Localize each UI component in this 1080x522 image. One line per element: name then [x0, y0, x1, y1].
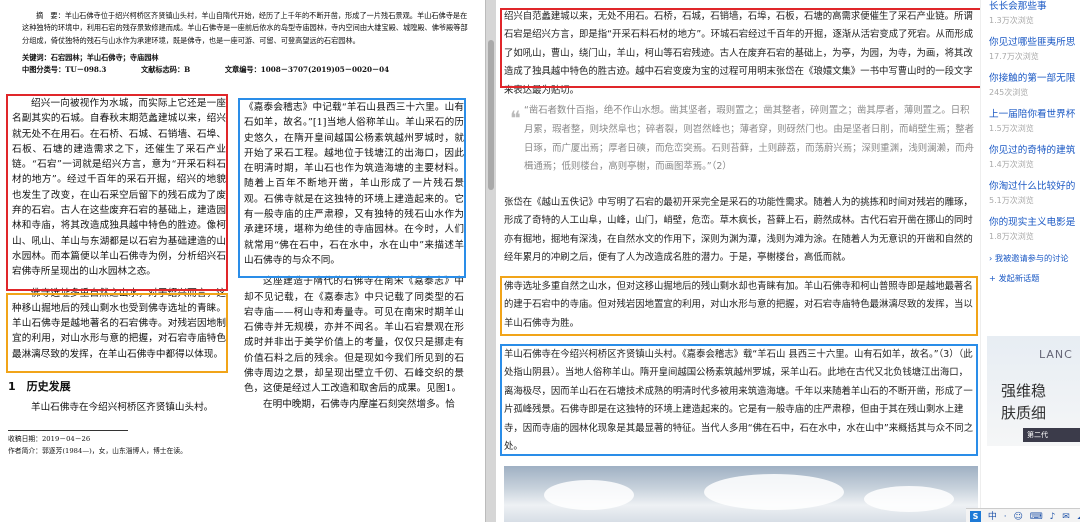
- article-photo[interactable]: [504, 466, 978, 522]
- section-first-line: 羊山石佛寺在今绍兴柯桥区齐贤镇山头村。: [31, 402, 214, 413]
- ime-emoji-icon[interactable]: ☺: [1014, 512, 1023, 522]
- section-heading: 1 历史发展: [8, 380, 71, 393]
- abstract: 摘 要：羊山石佛寺位于绍兴柯桥区齐贤镇山头村，羊山自隋代开始，经历了上千年的不断…: [22, 11, 468, 45]
- sidebar-item[interactable]: 长长会那些事 1.3万次浏览: [989, 0, 1080, 26]
- ad-line-2: 肤质细: [1001, 404, 1047, 422]
- article-number: 文章编号：1008－3707(2019)05－0020－04: [224, 65, 390, 74]
- keywords: 关键词：石宕园林；羊山石佛寺；寺庙园林: [22, 53, 159, 62]
- received-date: 收稿日期：2019－04－26: [8, 435, 91, 443]
- ime-voice-icon[interactable]: ♪: [1050, 512, 1056, 522]
- classification-line: 中图分类号：TU－098.3 文献标志码：B 文章编号：1008－3707(20…: [22, 64, 389, 76]
- author-bio: 作者简介：郭逐芳(1984—)，女，山东淄博人，博士在读。: [8, 447, 187, 455]
- col2-paragraph-2: 这座建造于隋代的石佛寺在南宋《嘉泰志》中却不见记载，在《嘉泰志》中只记载了同类型…: [244, 276, 464, 395]
- advertisement[interactable]: LANC 强维稳 肤质细 第二代: [987, 336, 1080, 446]
- highlight-box-orange-left: [6, 293, 228, 373]
- footnote-rule: [8, 430, 128, 431]
- scrollbar-thumb[interactable]: [488, 40, 494, 190]
- ime-logo-icon: S: [970, 511, 981, 522]
- invited-discussions-link[interactable]: › 我被邀请参与的讨论: [989, 252, 1069, 264]
- sidebar-item[interactable]: 你见过哪些匪夷所思 17.7万次浏览: [989, 34, 1080, 62]
- highlight-box-red-right: [500, 8, 982, 88]
- sidebar-item[interactable]: 你淘过什么比较好的 5.1万次浏览: [989, 178, 1080, 206]
- highlight-box-orange-right: [500, 276, 978, 336]
- ime-keyboard-icon[interactable]: ⌨: [1030, 512, 1043, 522]
- ime-toolbar[interactable]: S 中 · ☺ ⌨ ♪ ✉ ☁ ⚙: [966, 508, 1080, 522]
- ime-mail-icon[interactable]: ✉: [1062, 512, 1070, 522]
- ad-line-1: 强维稳: [1001, 382, 1047, 400]
- sidebar-item[interactable]: 上一届陪你看世界杯 1.5万次浏览: [989, 106, 1080, 134]
- highlight-box-blue-right: [500, 344, 978, 456]
- article-quote: “凿石者数什百指，绝不作山水想。凿其坚者，瑕则置之；凿其整者，碎则置之；凿其厚者…: [524, 105, 975, 173]
- highlight-box-blue-left: [238, 98, 466, 278]
- col2-paragraph-3: 在明中晚期，石佛寺内摩崖石刻突然增多。恰: [263, 398, 455, 410]
- sidebar-item[interactable]: 你接触的第一部无限 245次浏览: [989, 70, 1080, 98]
- doc-code: 文献标志码：B: [141, 65, 191, 74]
- sidebar-item[interactable]: 你的现实主义电影是 1.8万次浏览: [989, 214, 1080, 242]
- ad-footer: 第二代: [1023, 428, 1080, 442]
- related-topics-sidebar: 长长会那些事 1.3万次浏览 你见过哪些匪夷所思 17.7万次浏览 你接触的第一…: [980, 0, 1080, 522]
- ime-punct-icon[interactable]: ·: [1004, 512, 1007, 522]
- web-article-pane[interactable]: 绍兴自范蠡建城以来，无处不用石。石桥，石城，石销墙，石埠，石板，石塘的高需求便催…: [496, 0, 1080, 522]
- new-topic-link[interactable]: + 发起新话题: [989, 272, 1039, 284]
- ime-language-toggle[interactable]: 中: [988, 512, 997, 522]
- article-paragraph-2: 张岱在《越山五佚记》中写明了石宕的最初开采完全是采石的功能性需求。随着人为的挑拣…: [504, 197, 973, 264]
- ad-brand: LANC: [1039, 348, 1073, 361]
- pdf-viewer-pane[interactable]: 摘 要：羊山石佛寺位于绍兴柯桥区齐贤镇山头村，羊山自隋代开始，经历了上千年的不断…: [0, 0, 486, 522]
- sidebar-item[interactable]: 你见过的奇特的建筑 1.4万次浏览: [989, 142, 1080, 170]
- class-number: 中图分类号：TU－098.3: [22, 65, 107, 74]
- highlight-box-red-left: [6, 94, 228, 291]
